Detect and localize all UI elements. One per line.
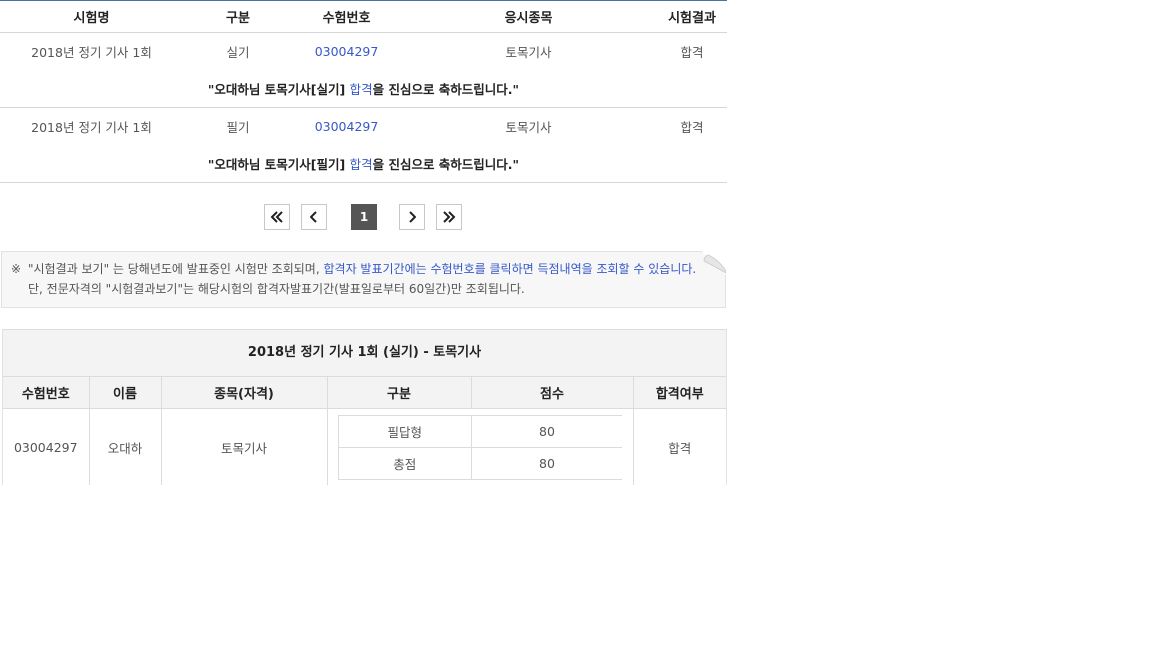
type-cell: 실기 — [226, 44, 250, 60]
exam-name-cell: 2018년 정기 기사 1회 — [31, 44, 152, 60]
detail-subject-cell: 토목기사 — [161, 408, 328, 485]
header-subject: 응시종목 — [400, 1, 657, 33]
prev-page-icon — [310, 211, 317, 223]
detail-title: 2018년 정기 기사 1회 (실기) - 토목기사 — [3, 330, 726, 377]
detail-header-type: 구분 — [327, 377, 472, 409]
pass-highlight: 합격 — [349, 156, 373, 172]
results-header-row: 시험명 구분 수험번호 응시종목 시험결과 — [0, 1, 727, 33]
last-page-button[interactable] — [436, 204, 462, 230]
score-row: 필답형 80 — [337, 414, 623, 448]
last-page-icon — [443, 211, 456, 223]
exam-results-table: 시험명 구분 수험번호 응시종목 시험결과 2018년 정기 기사 1회 실기 … — [0, 1, 727, 183]
congrats-text: "오대하님 토목기사[필기] — [207, 156, 350, 172]
congrats-text-suffix: 을 진심으로 축하드립니다." — [372, 81, 520, 97]
score-label: 필답형 — [337, 414, 472, 448]
table-row: 2018년 정기 기사 1회 실기 03004297 토목기사 합격 — [0, 33, 727, 70]
result-cell: 합격 — [680, 44, 704, 60]
subject-cell: 토목기사 — [505, 44, 552, 60]
detail-header-row: 수험번호 이름 종목(자격) 구분 점수 합격여부 — [3, 377, 726, 409]
result-cell: 합격 — [680, 119, 704, 135]
exam-results-section: 시험명 구분 수험번호 응시종목 시험결과 2018년 정기 기사 1회 실기 … — [0, 0, 727, 251]
detail-header-number: 수험번호 — [3, 377, 90, 409]
score-label: 총점 — [337, 446, 472, 480]
detail-number-cell: 03004297 — [3, 408, 90, 485]
table-row: 03004297 오대하 토목기사 필답형 80 총점 80 합격 — [3, 408, 726, 485]
pagination: 1 — [0, 183, 727, 251]
congrats-row: "오대하님 토목기사[필기] 합격을 진심으로 축하드립니다." — [0, 144, 727, 183]
next-page-icon — [409, 211, 416, 223]
header-exam-number: 수험번호 — [293, 1, 400, 33]
notice-mark: ※ — [11, 262, 22, 276]
next-page-button[interactable] — [399, 204, 425, 230]
type-cell: 필기 — [226, 119, 250, 135]
prev-page-button[interactable] — [301, 204, 327, 230]
score-breakdown-table: 필답형 80 총점 80 — [337, 414, 623, 480]
detail-header-score: 점수 — [471, 377, 634, 409]
congrats-row: "오대하님 토목기사[실기] 합격을 진심으로 축하드립니다." — [0, 69, 727, 108]
detail-header-name: 이름 — [89, 377, 162, 409]
congrats-text: "오대하님 토목기사[실기] — [207, 81, 350, 97]
notice-box: ※ "시험결과 보기" 는 당해년도에 발표중인 시험만 조회되며, 합격자 발… — [1, 251, 726, 308]
pass-highlight: 합격 — [349, 81, 373, 97]
score-breakdown-cell: 필답형 80 총점 80 — [327, 408, 634, 485]
header-exam-name: 시험명 — [0, 1, 183, 33]
score-detail-table: 수험번호 이름 종목(자격) 구분 점수 합격여부 03004297 오대하 토… — [3, 377, 726, 485]
score-value: 80 — [470, 446, 623, 480]
notice-text: "시험결과 보기" 는 당해년도에 발표중인 시험만 조회되며, 합격자 발표기… — [28, 259, 703, 299]
page-1-button[interactable]: 1 — [351, 204, 377, 230]
notice-highlight: 합격자 발표기간에는 수험번호를 클릭하면 득점내역을 조회할 수 있습니다. — [323, 262, 697, 276]
first-page-button[interactable] — [264, 204, 290, 230]
score-detail-section: 2018년 정기 기사 1회 (실기) - 토목기사 수험번호 이름 종목(자격… — [2, 329, 727, 485]
page-curl-icon — [702, 251, 726, 275]
subject-cell: 토목기사 — [505, 119, 552, 135]
detail-name-cell: 오대하 — [89, 408, 162, 485]
detail-result-cell: 합격 — [668, 440, 692, 456]
congrats-text-suffix: 을 진심으로 축하드립니다." — [372, 156, 520, 172]
score-value: 80 — [470, 414, 623, 448]
score-row: 총점 80 — [337, 446, 623, 480]
exam-number-link[interactable]: 03004297 — [315, 119, 379, 134]
congrats-message: "오대하님 토목기사[실기] 합격을 진심으로 축하드립니다." — [0, 69, 727, 108]
congrats-message: "오대하님 토목기사[필기] 합격을 진심으로 축하드립니다." — [0, 144, 727, 183]
table-row: 2018년 정기 기사 1회 필기 03004297 토목기사 합격 — [0, 108, 727, 145]
notice-text-part1: "시험결과 보기" 는 당해년도에 발표중인 시험만 조회되며, — [28, 262, 324, 276]
header-type: 구분 — [183, 1, 293, 33]
first-page-icon — [270, 211, 283, 223]
exam-number-link[interactable]: 03004297 — [315, 44, 379, 59]
detail-header-result: 합격여부 — [633, 377, 726, 409]
notice-text-part2: 단, 전문자격의 "시험결과보기"는 해당시험의 합격자발표기간(발표일로부터 … — [28, 282, 525, 296]
header-result: 시험결과 — [657, 1, 727, 33]
detail-header-subject: 종목(자격) — [161, 377, 328, 409]
exam-name-cell: 2018년 정기 기사 1회 — [31, 119, 152, 135]
